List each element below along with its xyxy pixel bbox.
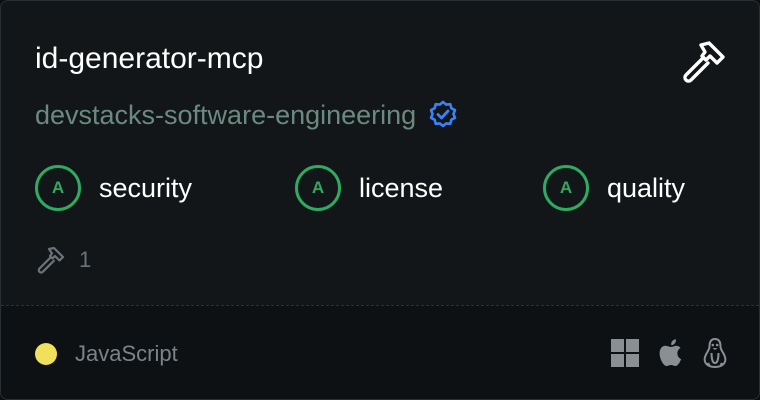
server-card[interactable]: id-generator-mcp devstacks-software-engi…	[0, 0, 760, 400]
hammer-icon	[683, 41, 725, 83]
grade-badge: A	[35, 165, 81, 211]
hammer-small-icon	[37, 246, 65, 274]
tools-count: 1	[35, 243, 91, 277]
grade-label: license	[359, 172, 444, 203]
owner-link[interactable]: devstacks-software-engineering	[35, 97, 416, 133]
server-title[interactable]: id-generator-mcp	[35, 39, 263, 79]
verified-badge-icon	[429, 100, 457, 128]
linux-icon	[703, 338, 727, 368]
owner-row: devstacks-software-engineering	[35, 97, 458, 133]
grade-label: quality	[607, 172, 686, 203]
grade-badge: A	[543, 165, 589, 211]
grade-license[interactable]: A license	[295, 165, 443, 211]
language-color-dot	[35, 343, 57, 365]
grade-security[interactable]: A security	[35, 165, 192, 211]
grade-badge: A	[295, 165, 341, 211]
grade-label: security	[99, 172, 193, 203]
language-label: JavaScript	[75, 341, 178, 366]
windows-icon	[611, 339, 639, 367]
card-body: id-generator-mcp devstacks-software-engi…	[1, 1, 759, 304]
tools-count-value: 1	[79, 247, 92, 272]
apple-icon	[659, 339, 682, 366]
grade-quality[interactable]: A quality	[543, 165, 685, 211]
